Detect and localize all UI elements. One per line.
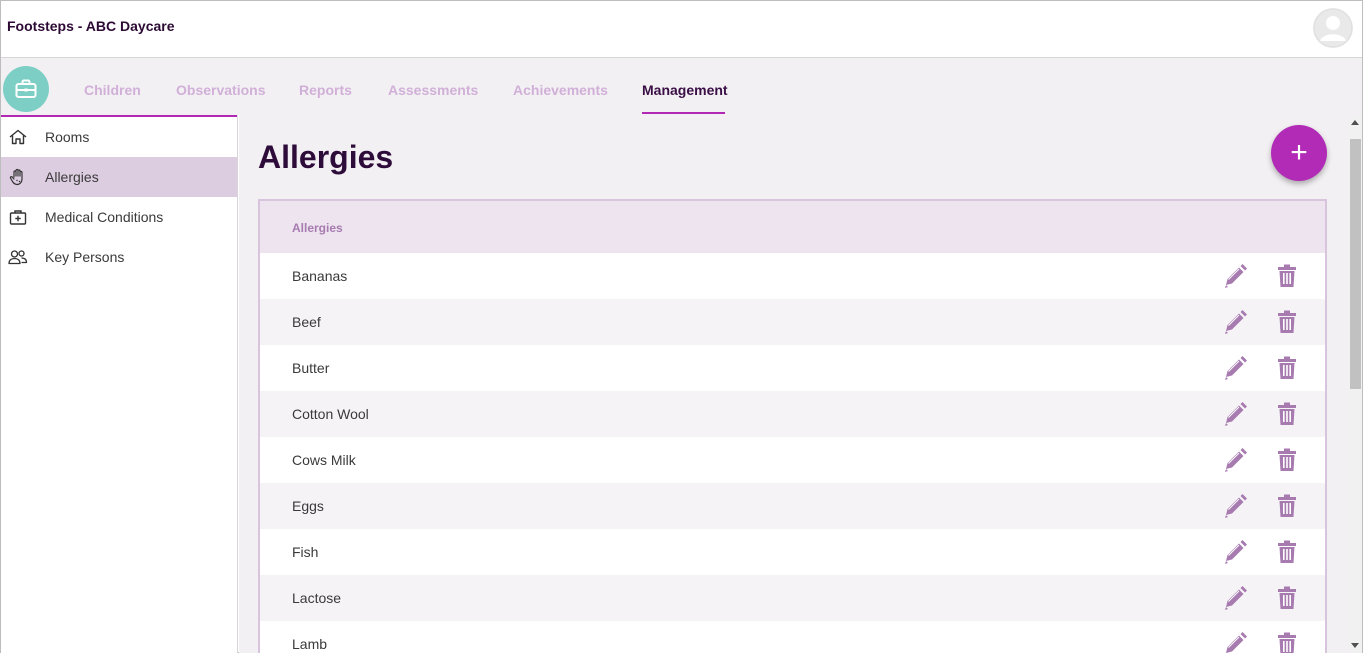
hand-icon bbox=[8, 168, 28, 186]
table-row: Cows Milk bbox=[260, 437, 1325, 483]
column-header-allergies: Allergies bbox=[292, 221, 343, 235]
edit-pencil-icon[interactable] bbox=[1222, 309, 1248, 335]
main-nav: Children Observations Reports Assessment… bbox=[1, 58, 1362, 115]
delete-trash-icon[interactable] bbox=[1277, 448, 1297, 472]
allergy-name: Cows Milk bbox=[292, 452, 356, 468]
table-header: Allergies bbox=[260, 201, 1325, 253]
allergy-name: Fish bbox=[292, 544, 319, 560]
sidebar-item-label: Allergies bbox=[45, 169, 99, 185]
tab-reports[interactable]: Reports bbox=[299, 82, 352, 98]
avatar[interactable] bbox=[1313, 8, 1353, 48]
table-row: Beef bbox=[260, 299, 1325, 345]
scroll-up-arrow-icon[interactable] bbox=[1351, 120, 1359, 125]
allergy-name: Eggs bbox=[292, 498, 324, 514]
allergy-name: Cotton Wool bbox=[292, 406, 369, 422]
top-bar: Footsteps - ABC Daycare bbox=[1, 1, 1362, 58]
edit-pencil-icon[interactable] bbox=[1222, 447, 1248, 473]
allergy-name: Bananas bbox=[292, 268, 348, 284]
allergy-name: Beef bbox=[292, 314, 321, 330]
edit-pencil-icon[interactable] bbox=[1222, 493, 1248, 519]
add-allergy-button[interactable]: + bbox=[1271, 125, 1327, 181]
table-row: Butter bbox=[260, 345, 1325, 391]
user-avatar-icon bbox=[1313, 8, 1353, 48]
delete-trash-icon[interactable] bbox=[1277, 310, 1297, 334]
allergy-name: Butter bbox=[292, 360, 330, 376]
scroll-down-arrow-icon[interactable] bbox=[1351, 643, 1359, 648]
scrollbar[interactable] bbox=[1348, 115, 1362, 653]
main-content: Allergies + Allergies Bananas Beef Butter C… bbox=[239, 115, 1348, 653]
delete-trash-icon[interactable] bbox=[1277, 494, 1297, 518]
scrollbar-thumb[interactable] bbox=[1350, 139, 1361, 389]
delete-trash-icon[interactable] bbox=[1277, 540, 1297, 564]
home-icon bbox=[8, 128, 28, 146]
sidebar-item-label: Rooms bbox=[45, 129, 90, 145]
page-title: Allergies bbox=[258, 139, 394, 175]
table-row: Fish bbox=[260, 529, 1325, 575]
tab-achievements[interactable]: Achievements bbox=[513, 82, 608, 98]
delete-trash-icon[interactable] bbox=[1277, 632, 1297, 653]
tab-children[interactable]: Children bbox=[84, 82, 141, 98]
delete-trash-icon[interactable] bbox=[1277, 356, 1297, 380]
table-row: Cotton Wool bbox=[260, 391, 1325, 437]
edit-pencil-icon[interactable] bbox=[1222, 355, 1248, 381]
medical-kit-icon bbox=[8, 208, 28, 226]
table-row: Lactose bbox=[260, 575, 1325, 621]
allergy-name: Lactose bbox=[292, 590, 342, 606]
table-row: Lamb bbox=[260, 621, 1325, 653]
sidebar-item-key-persons[interactable]: Key Persons bbox=[1, 237, 237, 277]
allergies-table: Allergies Bananas Beef Butter Cotton Wool Co… bbox=[258, 199, 1327, 653]
edit-pencil-icon[interactable] bbox=[1222, 539, 1248, 565]
tab-observations[interactable]: Observations bbox=[176, 82, 265, 98]
sidebar: Rooms Allergies Medical Conditions Key P… bbox=[1, 115, 238, 653]
table-row: Eggs bbox=[260, 483, 1325, 529]
sidebar-item-label: Medical Conditions bbox=[45, 209, 164, 225]
briefcase-logo-icon[interactable] bbox=[3, 66, 49, 112]
delete-trash-icon[interactable] bbox=[1277, 586, 1297, 610]
delete-trash-icon[interactable] bbox=[1277, 402, 1297, 426]
app-title: Footsteps - ABC Daycare bbox=[7, 18, 175, 34]
allergy-name: Lamb bbox=[292, 636, 328, 652]
edit-pencil-icon[interactable] bbox=[1222, 263, 1248, 289]
edit-pencil-icon[interactable] bbox=[1222, 631, 1248, 653]
sidebar-item-medical-conditions[interactable]: Medical Conditions bbox=[1, 197, 237, 237]
edit-pencil-icon[interactable] bbox=[1222, 585, 1248, 611]
people-icon bbox=[8, 248, 28, 266]
sidebar-item-rooms[interactable]: Rooms bbox=[1, 117, 237, 157]
table-row: Bananas bbox=[260, 253, 1325, 299]
sidebar-item-label: Key Persons bbox=[45, 249, 125, 265]
edit-pencil-icon[interactable] bbox=[1222, 401, 1248, 427]
tab-assessments[interactable]: Assessments bbox=[388, 82, 478, 98]
active-tab-indicator bbox=[642, 112, 725, 114]
sidebar-item-allergies[interactable]: Allergies bbox=[1, 157, 237, 197]
delete-trash-icon[interactable] bbox=[1277, 264, 1297, 288]
tab-management[interactable]: Management bbox=[642, 82, 728, 98]
